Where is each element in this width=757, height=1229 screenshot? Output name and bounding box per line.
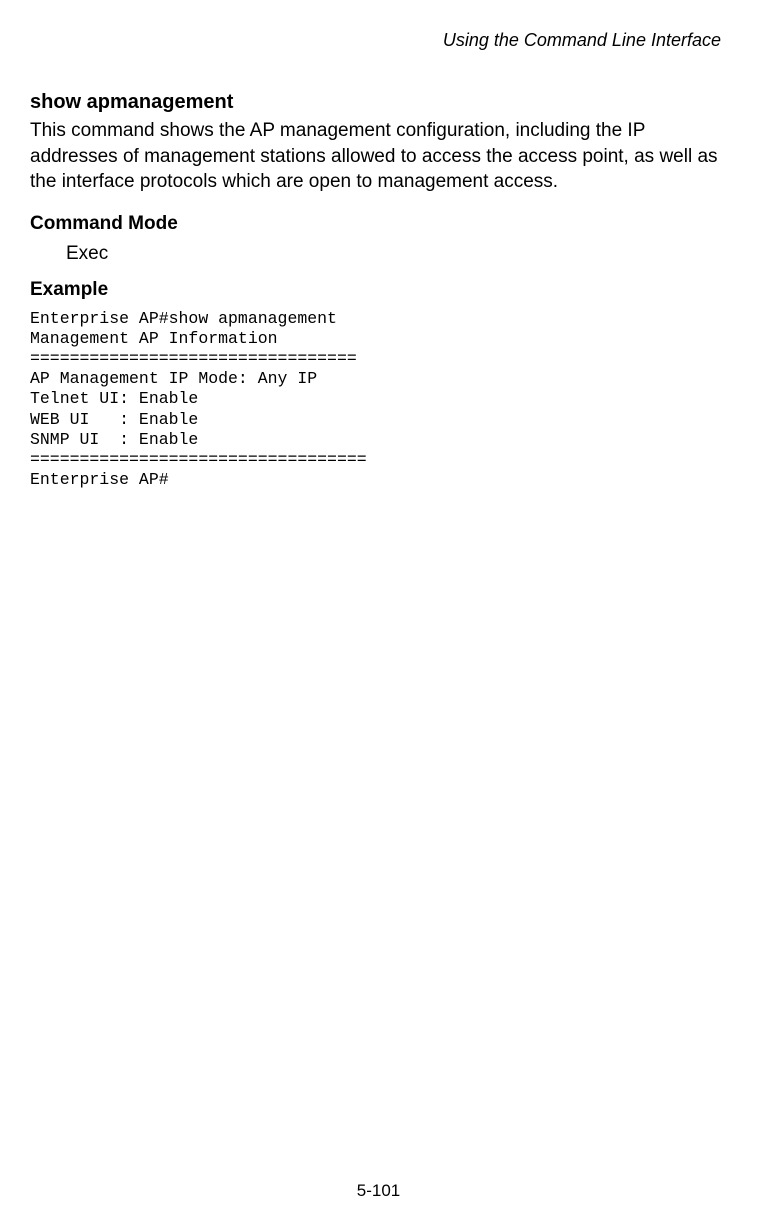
section-title: show apmanagement xyxy=(30,91,727,114)
command-mode-label: Command Mode xyxy=(30,213,727,235)
example-content: Enterprise AP#show apmanagement Manageme… xyxy=(30,309,727,490)
command-mode-value: Exec xyxy=(66,243,727,265)
example-label: Example xyxy=(30,279,727,301)
chapter-title: Using the Command Line Interface xyxy=(30,30,727,51)
page-number: 5-101 xyxy=(0,1181,757,1201)
section-description: This command shows the AP management con… xyxy=(30,118,727,195)
